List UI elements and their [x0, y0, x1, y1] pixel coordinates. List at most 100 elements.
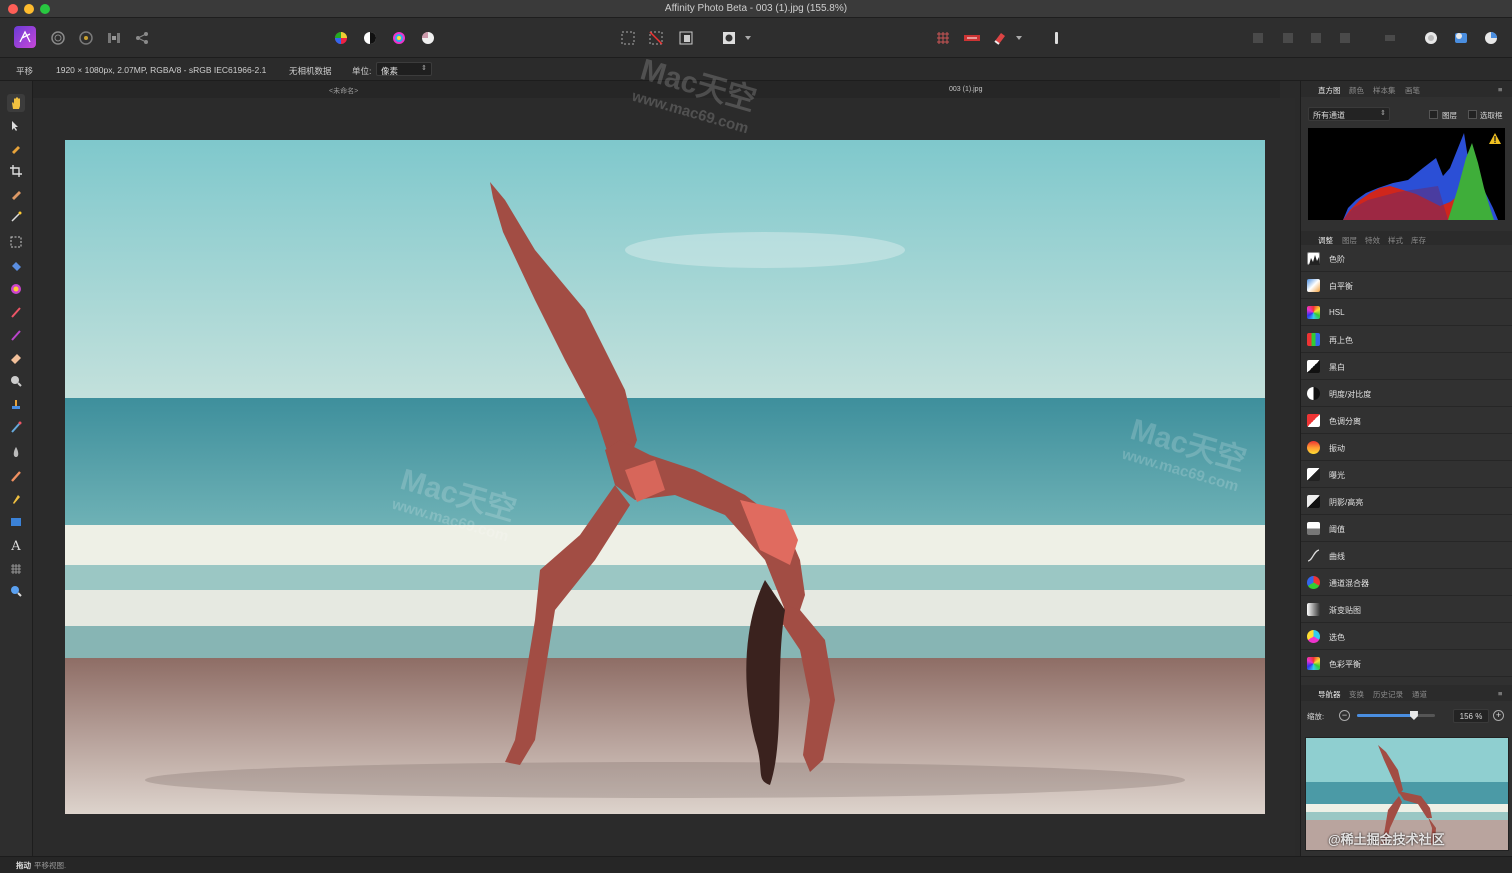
deselect-icon[interactable] [646, 28, 666, 48]
tab-swatches[interactable]: 样本集 [1373, 85, 1396, 96]
adjustment-label: 白平衡 [1329, 282, 1353, 291]
adjustment-item-black-white[interactable]: 黑白 [1301, 353, 1512, 380]
tone-mapping-persona-icon[interactable] [104, 28, 124, 48]
preferences-toggle-icon[interactable] [1421, 28, 1441, 48]
panel-menu-icon[interactable]: ≡ [1498, 85, 1502, 94]
zoom-slider-thumb[interactable] [1409, 711, 1418, 720]
mesh-warp-tool-icon[interactable] [7, 560, 25, 578]
tab-untitled[interactable]: <未命名> [329, 86, 358, 96]
channel-select[interactable]: 所有通道 ⇕ [1308, 107, 1390, 121]
main-toolbar [0, 18, 1512, 58]
move-tool-icon[interactable] [7, 117, 25, 135]
adjustment-label: 曲线 [1329, 552, 1345, 561]
adjustment-item-curves[interactable]: 曲线 [1301, 542, 1512, 569]
arrange-forward-icon[interactable] [1306, 28, 1326, 48]
hand-tool-icon[interactable] [7, 94, 25, 112]
selection-brush-tool-icon[interactable] [7, 185, 25, 203]
export-persona-icon[interactable] [132, 28, 152, 48]
snapping-grid-icon[interactable] [933, 28, 953, 48]
flood-select-tool-icon[interactable] [7, 208, 25, 226]
pointer-tool-icon[interactable] [1046, 28, 1066, 48]
adjustment-label: 阈值 [1329, 525, 1345, 534]
invert-selection-icon[interactable] [676, 28, 696, 48]
unit-label: 单位: [352, 66, 372, 76]
photo-canvas[interactable] [65, 140, 1265, 814]
adjustment-item-gradient-map[interactable]: 渐变贴图 [1301, 596, 1512, 623]
adjustment-item-threshold[interactable]: 阈值 [1301, 515, 1512, 542]
snapping-dropdown-icon[interactable] [1013, 28, 1025, 48]
help-toggle-icon[interactable] [1481, 28, 1501, 48]
auto-colors-icon[interactable] [389, 28, 409, 48]
layer-checkbox[interactable] [1429, 110, 1438, 119]
selective-color-icon [1307, 630, 1320, 643]
marquee-checkbox[interactable] [1468, 110, 1477, 119]
arrange-back-icon[interactable] [1248, 28, 1268, 48]
healing-brush-tool-icon[interactable] [7, 418, 25, 436]
adjustment-item-levels[interactable]: 色阶 [1301, 245, 1512, 272]
credit-watermark: @稀土掘金技术社区 [1328, 832, 1445, 847]
tab-color[interactable]: 颜色 [1349, 85, 1364, 96]
text-tool-icon[interactable]: A [7, 537, 25, 555]
adjustment-item-recolor[interactable]: 再上色 [1301, 326, 1512, 353]
adjustment-item-color-balance[interactable]: 色彩平衡 [1301, 650, 1512, 677]
crop-tool-icon[interactable] [7, 162, 25, 180]
curves-icon [1307, 549, 1320, 562]
marquee-select-icon[interactable] [618, 28, 638, 48]
pen-tool-icon[interactable] [7, 490, 25, 508]
auto-contrast-icon[interactable] [360, 28, 380, 48]
tab-brushes[interactable]: 画笔 [1405, 85, 1420, 96]
adjustment-item-white-balance[interactable]: 白平衡 [1301, 272, 1512, 299]
adjustment-item-brightness-contrast[interactable]: 明度/对比度 [1301, 380, 1512, 407]
adjustment-label: 曝光 [1329, 471, 1345, 480]
studio-toggle-icon[interactable] [1451, 28, 1471, 48]
snapping-magnet-icon[interactable] [990, 28, 1010, 48]
arrange-backward-icon[interactable] [1278, 28, 1298, 48]
align-icon[interactable] [1380, 28, 1400, 48]
panel-menu-icon[interactable]: ≡ [1498, 689, 1502, 698]
tab-document[interactable]: 003 (1).jpg [949, 86, 982, 93]
zoom-tool-icon[interactable] [7, 582, 25, 600]
red-eye-tool-icon[interactable] [7, 467, 25, 485]
zoom-out-icon[interactable]: − [1339, 710, 1350, 721]
quick-mask-dropdown-icon[interactable] [742, 28, 754, 48]
clone-tool-icon[interactable] [7, 395, 25, 413]
color-replacement-tool-icon[interactable] [7, 326, 25, 344]
zoom-value-field[interactable]: 156 % [1453, 709, 1489, 723]
tab-channels[interactable]: 通道 [1412, 689, 1427, 700]
erase-tool-icon[interactable] [7, 349, 25, 367]
adjustment-label: 渐变贴图 [1329, 606, 1361, 615]
auto-levels-icon[interactable] [331, 28, 351, 48]
liquify-persona-icon[interactable] [48, 28, 68, 48]
zoom-slider[interactable] [1357, 711, 1435, 720]
threshold-icon [1307, 522, 1320, 535]
title-bar: Affinity Photo Beta - 003 (1).jpg (155.8… [0, 0, 1512, 18]
dodge-tool-icon[interactable] [7, 372, 25, 390]
tab-history[interactable]: 历史记录 [1373, 689, 1403, 700]
photo-persona-icon[interactable] [14, 26, 36, 48]
navigator-preview[interactable]: @稀土掘金技术社区 [1305, 737, 1509, 851]
rectangular-marquee-tool-icon[interactable] [7, 233, 25, 251]
zoom-in-icon[interactable]: + [1493, 710, 1504, 721]
adjustment-item-selective-color[interactable]: 选色 [1301, 623, 1512, 650]
paint-brush-tool-icon[interactable] [7, 303, 25, 321]
color-picker-tool-icon[interactable] [7, 139, 25, 157]
tab-histogram[interactable]: 直方图 [1318, 85, 1341, 96]
unit-select[interactable]: 像素 ⇕ [376, 62, 432, 76]
adjustment-item-shadows-highlights[interactable]: 阴影/高亮 [1301, 488, 1512, 515]
develop-persona-icon[interactable] [76, 28, 96, 48]
gradient-tool-icon[interactable] [7, 280, 25, 298]
adjustment-item-exposure[interactable]: 曝光 [1301, 461, 1512, 488]
arrange-front-icon[interactable] [1335, 28, 1355, 48]
auto-white-balance-icon[interactable] [418, 28, 438, 48]
quick-mask-icon[interactable] [719, 28, 739, 48]
tab-transform[interactable]: 变换 [1349, 689, 1364, 700]
blur-brush-tool-icon[interactable] [7, 443, 25, 461]
flood-fill-tool-icon[interactable] [7, 257, 25, 275]
adjustment-item-posterize[interactable]: 色调分离 [1301, 407, 1512, 434]
adjustment-item-hsl[interactable]: HSL [1301, 299, 1512, 326]
adjustment-item-vibrance[interactable]: 振动 [1301, 434, 1512, 461]
tab-navigator[interactable]: 导航器 [1318, 689, 1341, 700]
rectangle-tool-icon[interactable] [7, 513, 25, 531]
assistant-icon[interactable] [962, 28, 982, 48]
adjustment-item-channel-mixer[interactable]: 通道混合器 [1301, 569, 1512, 596]
